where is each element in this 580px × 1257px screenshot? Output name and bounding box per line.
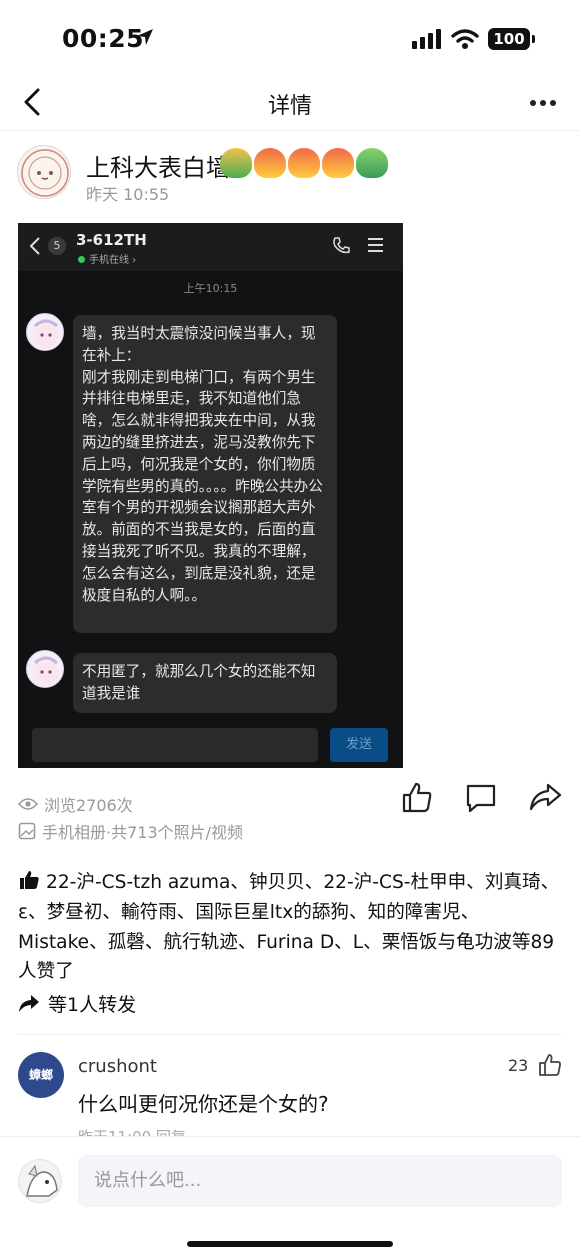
author-name[interactable]: 上科大表白墙 xyxy=(86,148,230,183)
thumbs-up-icon[interactable] xyxy=(400,780,434,814)
boat-rower-icon xyxy=(288,148,320,178)
page-title: 详情 xyxy=(267,94,312,119)
likes-text: 22-沪-CS-tzh azuma、钟贝贝、22-沪-CS-杜甲申、刘真琦、ε、… xyxy=(18,872,560,983)
photo-icon xyxy=(18,822,36,840)
reply-input[interactable]: 说点什么吧... xyxy=(78,1155,562,1207)
reply-bar: 说点什么吧... xyxy=(0,1136,580,1257)
badge-icons xyxy=(220,148,388,178)
battery-indicator: 100 xyxy=(488,28,535,50)
post-actions xyxy=(400,780,562,814)
chat-message: 不用匿了，就那么几个女的还能不知道我是谁 xyxy=(73,653,337,713)
boat-rower-icon xyxy=(254,148,286,178)
share-icon xyxy=(19,994,39,1012)
likes-list[interactable]: 22-沪-CS-tzh azuma、钟贝贝、22-沪-CS-杜甲申、刘真琦、ε、… xyxy=(18,868,566,987)
signal-icon xyxy=(412,29,441,49)
online-status: 手机在线 › xyxy=(78,251,136,266)
comment-icon[interactable] xyxy=(464,780,498,814)
commenter-name[interactable]: crushont xyxy=(78,1056,157,1077)
eye-icon xyxy=(18,798,38,810)
send-button: 发送 xyxy=(330,728,388,762)
repost-text: 等1人转发 xyxy=(48,994,137,1016)
wifi-icon xyxy=(451,29,479,49)
chat-title: 3-612TH xyxy=(76,231,147,249)
comment-text: 什么叫更何况你还是个女的? xyxy=(78,1092,329,1116)
my-avatar xyxy=(18,1159,62,1203)
sender-avatar xyxy=(26,650,64,688)
location-arrow-icon xyxy=(137,29,153,45)
boat-rower-icon xyxy=(322,148,354,178)
comment-like-count: 23 xyxy=(508,1056,529,1075)
divider xyxy=(18,1034,562,1035)
status-time: 00:25 xyxy=(62,24,145,53)
more-icon[interactable] xyxy=(530,100,556,106)
chat-message: 墙，我当时太震惊没问候当事人，现在补上： 刚才我刚走到电梯门口，有两个男生并排往… xyxy=(73,315,337,633)
view-count: 浏览2706次 xyxy=(18,792,133,816)
dragon-head-icon xyxy=(220,148,252,178)
chat-input xyxy=(32,728,318,762)
album-info[interactable]: 手机相册·共713个照片/视频 xyxy=(18,819,243,843)
repost-info[interactable]: 等1人转发 xyxy=(18,990,136,1017)
status-bar: 00:25 100 xyxy=(0,0,580,78)
commenter-avatar[interactable]: 蟑螂 xyxy=(18,1052,64,1098)
share-icon[interactable] xyxy=(528,780,562,814)
thumbs-up-icon xyxy=(20,871,39,889)
chevron-left-icon xyxy=(29,237,40,255)
album-info-text: 手机相册·共713个照片/视频 xyxy=(42,823,244,842)
dragon-tail-icon xyxy=(356,148,388,178)
post-image[interactable]: 5 3-612TH 手机在线 › 上午10:15 墙，我当时太震惊没问候当事人，… xyxy=(18,223,403,768)
chat-header: 5 3-612TH 手机在线 › xyxy=(18,223,403,271)
chat-timestamp: 上午10:15 xyxy=(183,282,238,295)
nav-bar: 详情 xyxy=(0,78,580,130)
author-avatar[interactable] xyxy=(17,145,71,199)
view-count-text: 浏览2706次 xyxy=(44,796,133,815)
home-indicator xyxy=(187,1241,393,1247)
phone-icon xyxy=(333,237,350,254)
unread-count-badge: 5 xyxy=(48,237,66,255)
thumbs-up-icon[interactable] xyxy=(537,1052,563,1078)
menu-icon xyxy=(368,238,383,256)
sender-avatar xyxy=(26,313,64,351)
divider xyxy=(0,130,580,131)
post-time: 昨天 10:55 xyxy=(86,185,170,204)
